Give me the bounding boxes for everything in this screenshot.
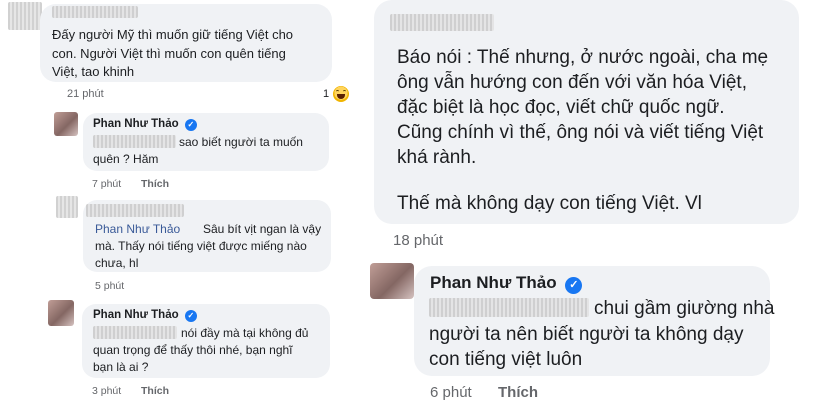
mention-redacted [93, 326, 177, 339]
comment-author-name[interactable]: Phan Như Thảo ✓ [430, 273, 583, 294]
author-name-redacted [390, 14, 494, 31]
avatar[interactable] [54, 112, 78, 136]
author-name-text: Phan Như Thảo [93, 309, 179, 321]
comment-text-line: quên ? Hăm [93, 152, 159, 166]
comment-timestamp[interactable]: 18 phút [393, 232, 443, 249]
comment-text-line: Thế mà không dạy con tiếng Việt. Vl [397, 193, 702, 214]
comment-text-line: người ta nên biết người ta không dạy [429, 324, 744, 345]
avatar[interactable] [370, 263, 414, 299]
author-name-text: Phan Như Thảo [430, 273, 557, 292]
avatar[interactable] [48, 300, 74, 326]
verified-badge-icon: ✓ [565, 277, 583, 294]
comment-text-line: mà. Thấy nói tiếng việt được miếng nào [95, 239, 307, 253]
comment-timestamp[interactable]: 5 phút [95, 280, 124, 292]
comment-text-line: nói đầy mà tại không đủ [181, 326, 309, 340]
comment-text-line: Đấy người Mỹ thì muốn giữ tiếng Việt cho [52, 27, 294, 42]
comment-text-line: Báo nói : Thế nhưng, ở nước ngoài, cha m… [397, 47, 769, 68]
avatar-redacted [56, 196, 78, 218]
comment-text-line: bạn là ai ? [93, 360, 149, 374]
like-button[interactable]: Thích [141, 178, 169, 190]
comment-text-line: Sâu bít vịt ngan là vậy [203, 222, 322, 236]
comment-text-line: con. Người Việt thì muốn con quên tiếng [52, 46, 286, 61]
avatar-redacted [8, 2, 42, 30]
comment-text-line: ông vẫn hướng con đến với văn hóa Việt, [397, 72, 747, 93]
author-name-redacted [52, 6, 138, 18]
comment-text-line: quan trọng để thấy thôi nhé, bạn nghĩ [93, 343, 293, 357]
comment-text-line: con tiếng việt luôn [429, 349, 583, 370]
comment-text-line: Việt, tao khinh [52, 64, 135, 79]
mention-redacted [429, 298, 589, 317]
comment-text-line: đặc biệt là học đọc, viết chữ quốc ngữ. [397, 97, 725, 118]
comment-text-line: sao biết người ta muốn [179, 135, 303, 149]
comment-text-line: Cũng chính vì thế, ông nói và viết tiếng… [397, 122, 764, 143]
author-name-text: Phan Như Thảo [93, 118, 179, 130]
like-button[interactable]: Thích [498, 384, 538, 401]
author-name-redacted [86, 204, 184, 217]
comment-author-link[interactable]: Phan Như Thảo [95, 222, 180, 236]
haha-emoji-icon[interactable] [333, 86, 349, 102]
comment-timestamp[interactable]: 7 phút [92, 178, 121, 190]
like-button[interactable]: Thích [141, 385, 169, 397]
verified-badge-icon: ✓ [184, 310, 197, 322]
verified-badge-icon: ✓ [184, 119, 197, 131]
mention-redacted [93, 135, 176, 148]
comment-text-line: chui gầm giường nhà [594, 298, 775, 319]
comment-text-line: chưa, hl [95, 256, 139, 270]
comment-author-name[interactable]: Phan Như Thảo ✓ [93, 309, 197, 322]
comment-text-line: khá rành. [397, 147, 477, 168]
comment-author-name[interactable]: Phan Như Thảo ✓ [93, 118, 197, 131]
comment-timestamp[interactable]: 6 phút [430, 384, 472, 401]
comment-timestamp[interactable]: 3 phút [92, 385, 121, 397]
reaction-count[interactable]: 1 [323, 88, 329, 100]
comment-timestamp[interactable]: 21 phút [67, 88, 104, 100]
